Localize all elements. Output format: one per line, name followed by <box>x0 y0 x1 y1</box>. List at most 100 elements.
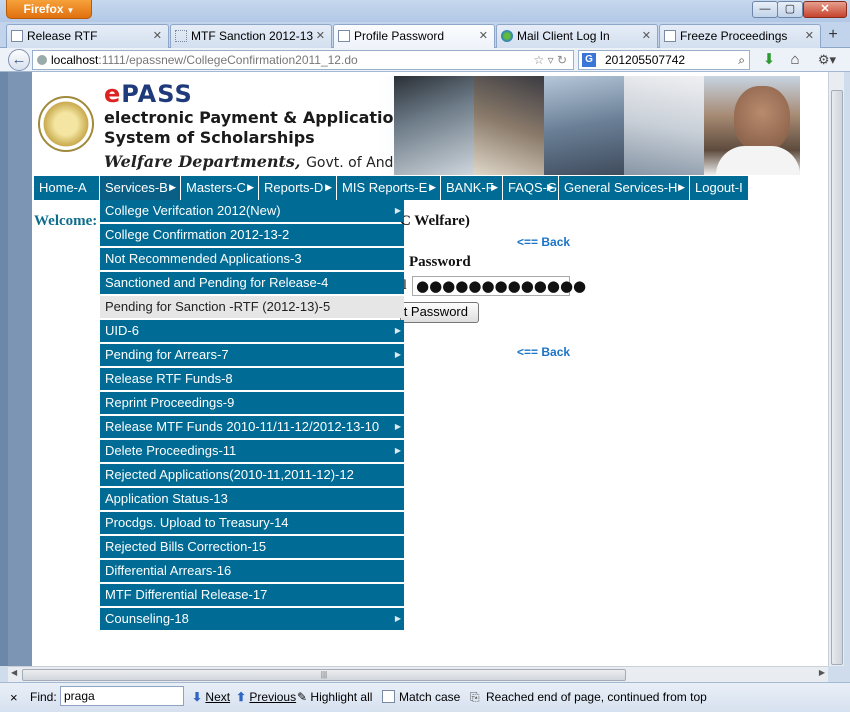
dropdown-item[interactable]: Rejected Bills Correction-15 <box>100 536 404 558</box>
dropdown-item[interactable]: Pending for Arrears-7 ▶ <box>100 344 404 366</box>
dropdown-item[interactable]: Sanctioned and Pending for Release-4 <box>100 272 404 294</box>
password-field[interactable]: ●●●●●●●●●●●●● <box>412 276 586 296</box>
dropdown-item[interactable]: MTF Differential Release-17 <box>100 584 404 606</box>
menu-masters[interactable]: Masters-C ▶ <box>181 176 259 200</box>
tab-label: Freeze Proceedings <box>680 29 788 43</box>
tab-mail-client[interactable]: Mail Client Log In ✕ <box>496 24 658 48</box>
reload-icon[interactable]: ↻ <box>557 53 567 67</box>
firefox-menu-button[interactable]: Firefox ▼ <box>6 0 92 19</box>
bookmark-star-icon[interactable]: ☆ <box>533 53 544 67</box>
menu-label: BANK-F <box>446 180 494 195</box>
dropdown-item[interactable]: Differential Arrears-16 <box>100 560 404 582</box>
menu-home[interactable]: Home-A <box>34 176 100 200</box>
scrollbar-thumb[interactable] <box>831 90 843 665</box>
find-next-button[interactable]: ⬇ Next <box>192 690 230 704</box>
tools-menu-icon[interactable]: ⚙▾ <box>812 51 842 69</box>
menu-label: Reports-D <box>264 180 324 195</box>
dropdown-item[interactable]: College Confirmation 2012-13-2 <box>100 224 404 246</box>
search-icon[interactable]: ⌕ <box>738 51 745 69</box>
menu-label: MIS Reports-E <box>342 180 428 195</box>
dropdown-item[interactable]: Release RTF Funds-8 <box>100 368 404 390</box>
dropdown-item-label: Counseling-18 <box>105 611 189 626</box>
dropdown-item-label: College Confirmation 2012-13-2 <box>105 227 290 242</box>
tab-release-rtf[interactable]: Release RTF ✕ <box>6 24 169 48</box>
close-tab-icon[interactable]: ✕ <box>642 25 651 47</box>
menu-logout[interactable]: Logout-I <box>690 176 749 200</box>
banner-photo <box>544 76 624 175</box>
dropdown-item[interactable]: Counseling-18 ▶ <box>100 608 404 630</box>
download-icon[interactable]: ⬇ <box>760 51 778 69</box>
submenu-arrow-icon: ▶ <box>394 206 401 215</box>
tab-label: Profile Password <box>354 29 445 43</box>
close-tab-icon[interactable]: ✕ <box>805 25 814 47</box>
dropdown-item[interactable]: Not Recommended Applications-3 <box>100 248 404 270</box>
logo-pass: PASS <box>121 80 193 108</box>
tab-profile-password[interactable]: Profile Password ✕ <box>333 24 495 49</box>
page-icon <box>338 30 350 42</box>
search-input[interactable]: G 201205507742 ⌕ <box>578 50 750 70</box>
dropdown-item[interactable]: Rejected Applications(2010-11,2011-12)-1… <box>100 464 404 486</box>
dropdown-item[interactable]: Pending for Sanction -RTF (2012-13)-5 <box>100 296 404 318</box>
maximize-button[interactable]: ▢ <box>777 1 803 18</box>
submit-password-button[interactable]: t Password <box>400 302 479 323</box>
close-find-bar-icon[interactable]: × <box>10 690 18 705</box>
minimize-button[interactable]: — <box>752 1 778 18</box>
tab-freeze-proceedings[interactable]: Freeze Proceedings ✕ <box>659 24 821 48</box>
dropdown-item-label: Not Recommended Applications-3 <box>105 251 302 266</box>
url-path: :1111/epassnew/CollegeConfirmation2011_1… <box>98 53 358 67</box>
horizontal-scrollbar[interactable]: ◀ ||| ▶ <box>8 666 828 682</box>
find-next-label: Next <box>205 690 231 704</box>
dropdown-item-label: Sanctioned and Pending for Release-4 <box>105 275 329 290</box>
scroll-right-icon[interactable]: ▶ <box>819 668 825 677</box>
home-icon[interactable]: ⌂ <box>786 51 804 69</box>
scroll-left-icon[interactable]: ◀ <box>11 668 17 677</box>
dropdown-item-label: Pending for Arrears-7 <box>105 347 229 362</box>
back-link-top[interactable]: <== Back <box>517 235 570 249</box>
back-arrow-icon[interactable]: ← <box>8 49 30 71</box>
dropdown-item[interactable]: Release MTF Funds 2010-11/11-12/2012-13-… <box>100 416 404 438</box>
logo-e: e <box>104 80 122 108</box>
arrow-down-icon: ⬇ <box>192 690 203 704</box>
menu-reports[interactable]: Reports-D ▶ <box>259 176 337 200</box>
menu-mis-reports[interactable]: MIS Reports-E ▶ <box>337 176 441 200</box>
dropdown-item[interactable]: College Verifcation 2012(New) ▶ <box>100 200 404 222</box>
find-label: Find: <box>30 690 57 704</box>
new-tab-button[interactable]: + <box>822 26 844 46</box>
find-previous-button[interactable]: ⬆ Previous <box>236 690 296 704</box>
dropdown-icon[interactable]: ▿ <box>548 53 554 67</box>
scrollbar-thumb[interactable]: ||| <box>22 669 626 681</box>
url-bar[interactable]: localhost:1111/epassnew/CollegeConfirmat… <box>32 50 574 70</box>
banner-welfare: Welfare Departments, <box>104 152 301 171</box>
loading-page-icon <box>175 30 187 42</box>
submenu-arrow-icon: ▶ <box>247 182 254 192</box>
vertical-scrollbar[interactable] <box>828 72 844 666</box>
submenu-arrow-icon: ▶ <box>394 422 401 431</box>
menu-faqs[interactable]: FAQS-G ▶ <box>503 176 559 200</box>
menu-bank[interactable]: BANK-F ▶ <box>441 176 503 200</box>
match-case-checkbox[interactable] <box>382 690 395 703</box>
dropdown-item[interactable]: Delete Proceedings-11 ▶ <box>100 440 404 462</box>
dropdown-item-label: Release RTF Funds-8 <box>105 371 233 386</box>
tab-mtf-sanction[interactable]: MTF Sanction 2012-13 ✕ <box>170 24 332 48</box>
highlight-all-button[interactable]: ✎ Highlight all <box>297 690 372 704</box>
find-bar: × Find: praga ⬇ Next ⬆ Previous ✎ Highli… <box>0 682 850 712</box>
dropdown-item[interactable]: Reprint Proceedings-9 <box>100 392 404 414</box>
close-tab-icon[interactable]: ✕ <box>479 25 488 47</box>
dropdown-item-label: Differential Arrears-16 <box>105 563 232 578</box>
url-tools[interactable]: ☆ ▿ ↻ <box>533 51 567 69</box>
menu-label: Masters-C <box>186 180 246 195</box>
navigation-toolbar: ← localhost:1111/epassnew/CollegeConfirm… <box>0 48 850 72</box>
close-tab-icon[interactable]: ✕ <box>316 25 325 47</box>
highlighter-icon: ✎ <box>297 690 308 704</box>
back-link-bottom[interactable]: <== Back <box>517 345 570 359</box>
portrait-photo <box>734 86 790 152</box>
find-input[interactable]: praga <box>60 686 184 706</box>
close-window-button[interactable]: ✕ <box>803 1 847 18</box>
close-tab-icon[interactable]: ✕ <box>153 25 162 47</box>
dropdown-item[interactable]: Application Status-13 <box>100 488 404 510</box>
dropdown-item[interactable]: UID-6 ▶ <box>100 320 404 342</box>
menu-services[interactable]: Services-B ▶ <box>100 176 181 200</box>
menu-general-services[interactable]: General Services-H ▶ <box>559 176 690 200</box>
dropdown-item[interactable]: Procdgs. Upload to Treasury-14 <box>100 512 404 534</box>
google-icon: G <box>582 53 596 67</box>
